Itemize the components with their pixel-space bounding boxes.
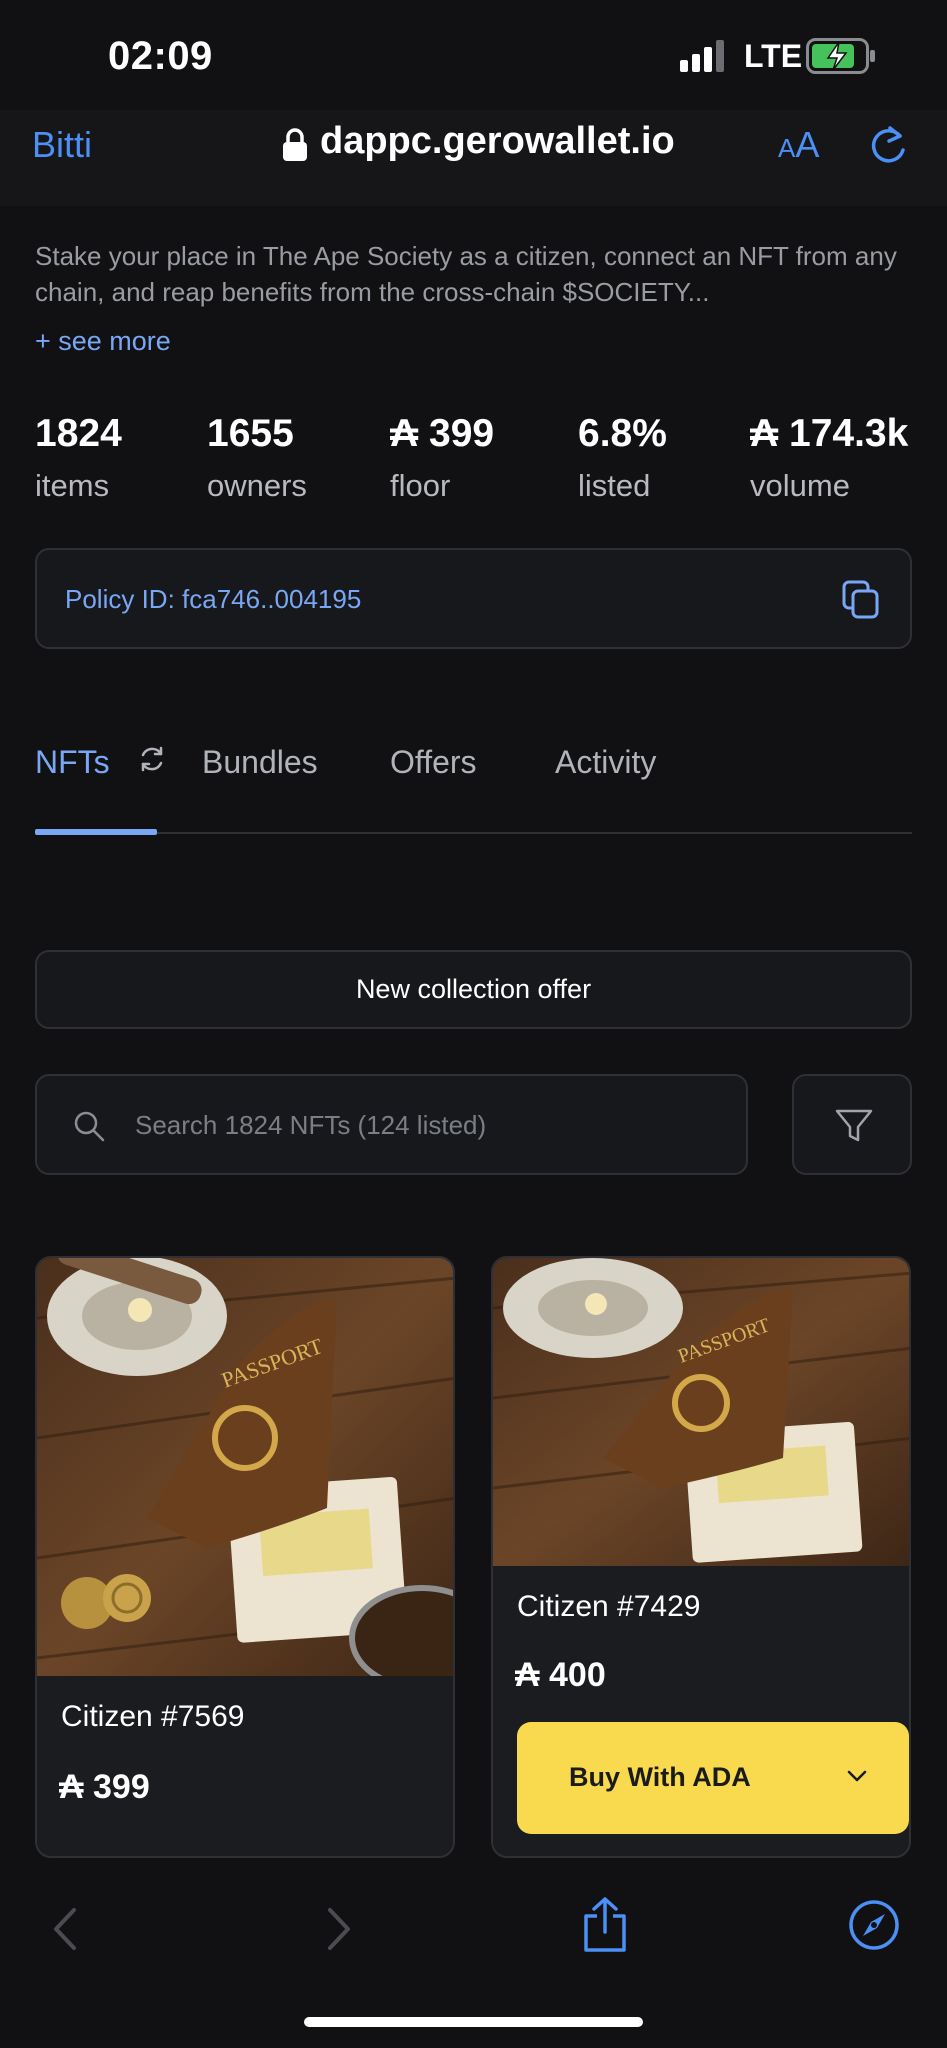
stat-label: owners [207,468,307,503]
policy-id-box: Policy ID: fca746..004195 [35,548,912,649]
policy-id-text: Policy ID: fca746..004195 [65,584,362,614]
nft-price: ₳ 399 [59,1768,150,1806]
stat-listed: 6.8% listed [578,412,667,504]
nft-name: Citizen #7429 [517,1590,701,1623]
signal-icon [680,40,724,72]
home-indicator[interactable] [304,2017,643,2027]
filter-button[interactable] [792,1074,912,1175]
share-icon[interactable] [580,1896,630,1954]
stat-label: items [35,468,110,503]
status-bar: 02:09 LTE [0,0,947,110]
stat-volume: ₳ 174.3k volume [750,412,908,504]
stat-label: listed [578,468,651,503]
text-size-small-label: A [778,133,796,163]
back-to-app-link[interactable]: Bitti [32,124,92,166]
collection-tabs: NFTs Bundles Offers Activity [35,730,912,835]
nft-card[interactable]: PASSPORT Citizen #7429 ₳ 400 Buy With AD… [491,1256,911,1858]
forward-icon[interactable] [324,1906,354,1952]
network-type: LTE [744,38,803,74]
lock-icon [283,128,307,161]
stat-value: ₳ 174.3k [750,412,909,455]
reload-icon[interactable] [866,124,910,168]
stat-floor: ₳ 399 floor [390,412,494,504]
back-icon[interactable] [50,1906,80,1952]
refresh-icon[interactable] [137,744,167,774]
stat-value: 1824 [35,412,122,455]
chevron-down-icon[interactable] [845,1764,869,1788]
status-time: 02:09 [108,34,213,78]
url-host[interactable]: dappc.gerowallet.io [320,120,675,163]
browser-url-bar: Bitti dappc.gerowallet.io AA [0,110,947,206]
search-icon [74,1111,105,1142]
text-size-button[interactable]: AA [778,124,819,166]
collection-description: Stake your place in The Ape Society as a… [35,241,897,307]
text-size-big-label: A [795,124,820,165]
stat-value: 1655 [207,412,294,455]
tab-nfts[interactable]: NFTs [35,744,167,781]
tab-bundles[interactable]: Bundles [202,744,318,781]
nft-price: ₳ 400 [515,1656,606,1694]
stat-label: volume [750,468,850,503]
tab-offers[interactable]: Offers [390,744,477,781]
search-input[interactable] [135,1100,715,1150]
stat-value: 6.8% [578,412,667,455]
battery-icon [806,38,875,74]
compass-icon[interactable] [848,1899,900,1951]
stat-items: 1824 items [35,412,122,504]
search-box [35,1074,748,1175]
nft-image: PASSPORT [493,1258,909,1566]
new-collection-offer-button[interactable]: New collection offer [35,950,912,1029]
tab-label: NFTs [35,744,110,780]
nft-name: Citizen #7569 [61,1700,245,1733]
filter-icon [835,1109,873,1142]
active-tab-indicator [35,829,157,835]
stat-label: floor [390,468,451,503]
buy-button-label: Buy With ADA [569,1762,751,1792]
tab-activity[interactable]: Activity [555,744,656,781]
nft-card[interactable]: PASSPORT Citizen #7569 ₳ 399 [35,1256,455,1858]
stat-value: ₳ 399 [390,412,495,455]
nft-image: PASSPORT [37,1258,453,1676]
buy-with-ada-button[interactable]: Buy With ADA [517,1722,909,1834]
see-more-link[interactable]: + see more [35,326,171,357]
copy-icon[interactable] [842,580,880,620]
stat-owners: 1655 owners [207,412,307,504]
